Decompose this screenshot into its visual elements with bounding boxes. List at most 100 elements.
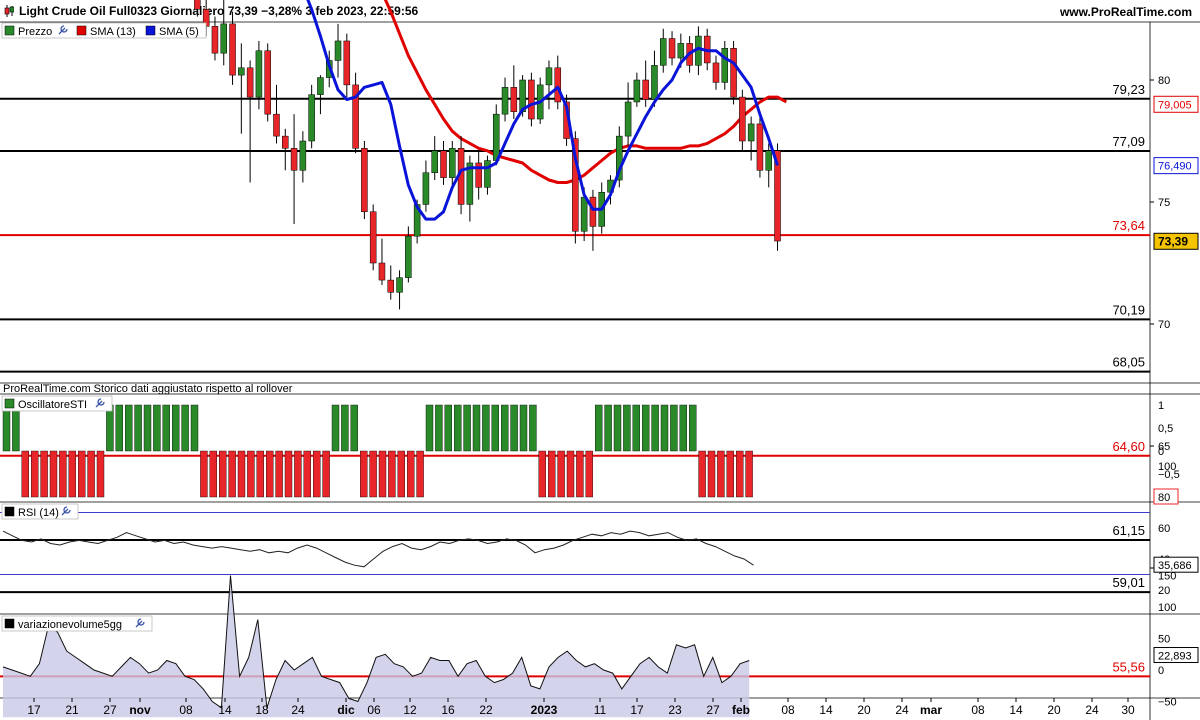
level-label: 64,60 [1112,439,1145,454]
candle [290,114,298,224]
sti-bar [642,404,650,452]
time-tick-label: 23 [668,703,682,717]
sti-bar [416,450,424,498]
legend-volume: variazionevolume5gg [18,619,122,631]
level-label: 59,01 [1112,575,1145,590]
candle-body [317,77,324,95]
sti-bar [707,450,716,498]
candle [747,116,755,161]
candle-body [378,262,386,281]
rsi-tick-label: 60 [1158,523,1170,535]
sti-bar [77,450,86,498]
candles-series [194,0,781,310]
time-tick-label: 27 [706,703,720,717]
sti-bar [472,404,481,452]
candle [246,60,254,183]
level-label: 79,23 [1112,82,1145,97]
time-tick-label: 14 [1009,703,1023,717]
sti-bar [585,450,593,498]
sti-bar [491,404,499,452]
sti-bar [501,404,509,452]
candle-body [264,50,271,115]
candle-body [273,113,280,137]
sti-bar [171,404,180,452]
candle [440,141,447,185]
time-tick-label: 22 [479,703,493,717]
sti-bar [31,450,39,498]
candle-body [739,96,746,142]
sti-bar [717,450,725,498]
vol-tick-label: 100 [1158,602,1176,614]
candle-body [334,40,342,61]
sma13-badge: 79,005 [1158,99,1192,111]
sti-bar [153,404,161,452]
sti-bar [538,450,546,498]
legend-swatch [4,398,15,409]
sti-bar [200,450,208,498]
sti-bar [162,404,171,452]
sti-bar [660,404,669,452]
candle-body [712,62,720,83]
sti-histogram: 10,50−0,5−1 [2,400,1180,505]
candle-body [405,235,412,278]
time-tick-label: dic [337,703,355,717]
candle [756,116,764,178]
candle-body [624,101,632,137]
candle-body [660,38,667,66]
candle-body [246,67,254,98]
candle [712,55,720,90]
sti-bar [566,450,575,498]
rsi-tick-label: 80 [1158,492,1170,504]
sti-bar [237,450,246,498]
time-tick-label: feb [732,703,750,717]
sti-bar [322,450,330,498]
time-tick-label: 14 [819,703,833,717]
axis-tick-label: 80 [1158,75,1170,87]
sti-bar [510,404,518,452]
candle-body [299,140,307,171]
legend-swatch [4,618,15,629]
candle-body [343,40,351,86]
time-tick-label: 08 [179,703,193,717]
candle-body [229,23,236,76]
candle [194,0,201,17]
sma5-series [306,0,779,221]
sti-bar [228,450,236,498]
level-label: 68,05 [1112,355,1145,370]
sti-bar [689,404,697,452]
sti-bar [397,450,405,498]
time-tick-label: nov [129,703,151,717]
candle-body [431,150,438,173]
candle [238,43,245,134]
candle [220,0,227,66]
sti-tick-label: 0 [1158,446,1164,458]
candle-body [721,48,729,83]
time-tick-label: 11 [594,703,607,717]
legend-swatch [145,25,156,36]
vol-tick-label: 150 [1158,571,1176,583]
candle-body [220,23,227,54]
time-tick-label: 14 [218,703,232,717]
time-tick-label: 17 [27,703,41,717]
sti-bar [378,450,387,498]
candle-body [387,279,395,293]
level-label: 77,09 [1112,134,1145,149]
rollover-note: ProRealTime.com Storico dati aggiustato … [3,383,293,395]
candle [660,28,667,73]
candle [273,84,280,144]
time-tick-label: 18 [255,703,269,717]
sti-bar [143,404,152,452]
sti-bar [670,404,678,452]
sti-bar [369,450,377,498]
candle-body [484,160,491,188]
time-tick-label: mar [920,703,942,717]
candle-body [668,38,676,59]
level-label: 61,15 [1112,523,1145,538]
sti-bar [651,404,659,452]
legend-sma5: SMA (5) [159,26,199,38]
candle [721,40,729,90]
candle-body [528,79,535,120]
sti-bar [444,404,452,452]
rsi-series: 1008060402035,686 [0,461,1199,597]
legend-sti: OscillatoreSTI [18,399,87,411]
